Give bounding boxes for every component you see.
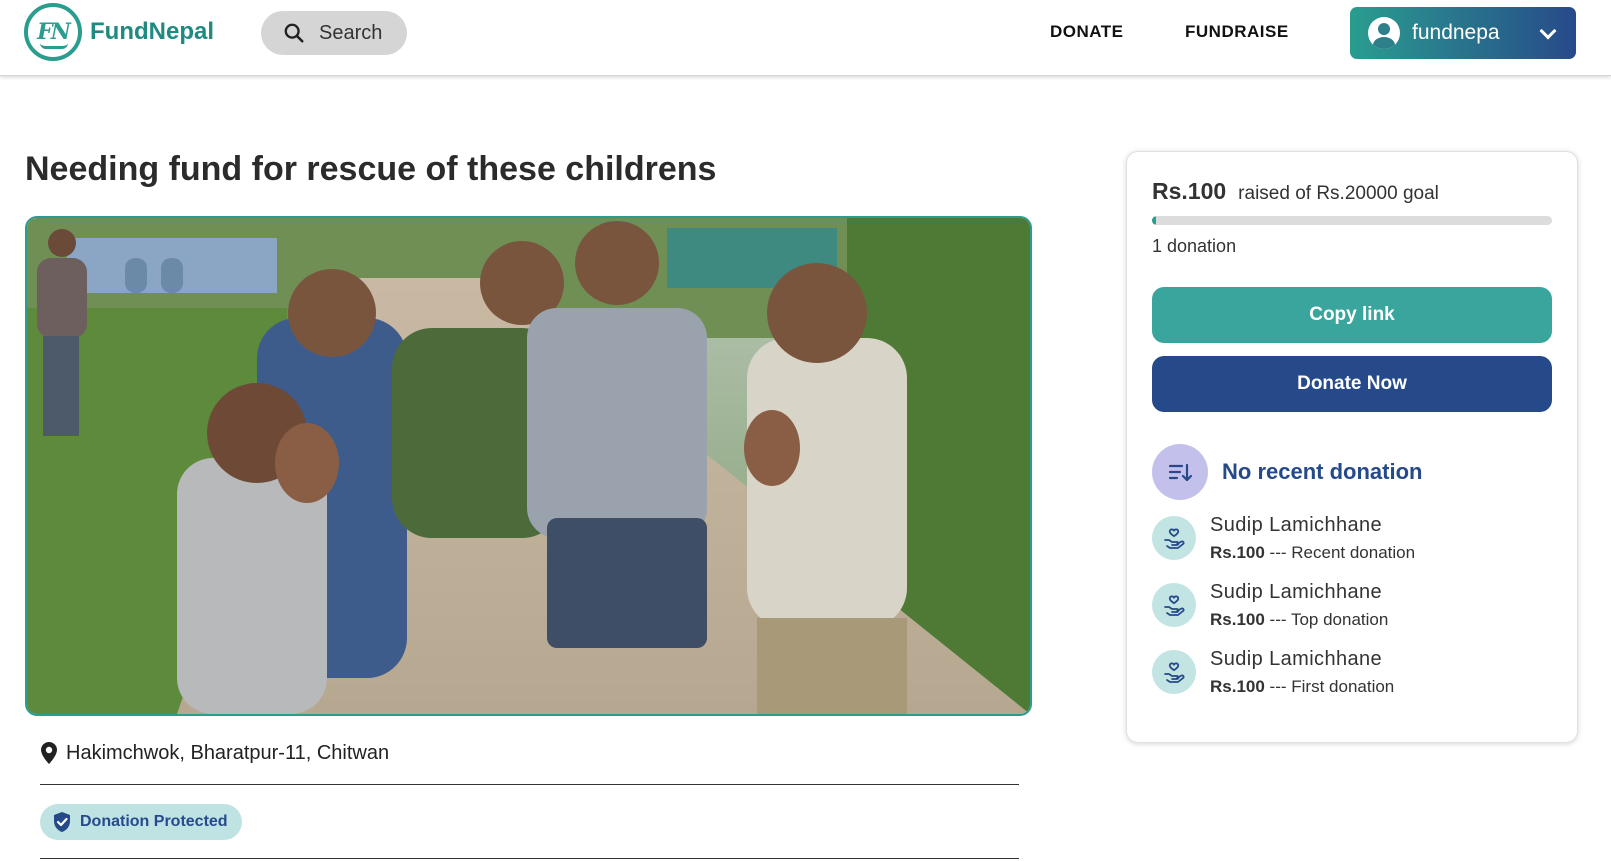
hand-heart-icon	[1152, 516, 1196, 560]
raised-summary: Rs.100 raised of Rs.20000 goal	[1152, 178, 1439, 205]
badge-text: Donation Protected	[80, 813, 228, 830]
logo-text: FundNepal	[90, 18, 214, 45]
funding-progress-bar	[1152, 216, 1552, 225]
donor-kind: Top donation	[1290, 610, 1389, 629]
search-label: Search	[319, 21, 383, 44]
recent-donation-header: No recent donation	[1152, 444, 1422, 500]
divider	[40, 784, 1019, 785]
donor-name: Sudip Lamichhane	[1210, 514, 1383, 536]
search-button[interactable]: Search	[261, 11, 407, 55]
campaign-photo-image	[27, 218, 1030, 714]
funding-progress-fill	[1152, 216, 1156, 225]
donor-kind: First donation	[1291, 677, 1395, 696]
sort-list-icon	[1152, 444, 1208, 500]
donor-amount: Rs.100	[1210, 543, 1265, 562]
user-menu-button[interactable]: fundnepa	[1350, 7, 1576, 59]
donor-separator: ---	[1264, 543, 1292, 562]
donor-item: Sudip Lamichhane Rs.100 --- Top donation	[1152, 581, 1388, 630]
donor-amount: Rs.100	[1210, 610, 1265, 629]
donor-separator: ---	[1264, 677, 1292, 696]
fundnepal-logo-icon: FN	[24, 3, 82, 61]
logo-link[interactable]: FN FundNepal	[24, 3, 214, 61]
donor-separator: ---	[1264, 610, 1291, 629]
recent-donation-heading: No recent donation	[1222, 459, 1423, 484]
logo-hand-shape	[40, 43, 68, 49]
donor-name: Sudip Lamichhane	[1210, 648, 1383, 670]
chevron-down-icon	[1539, 22, 1557, 40]
nav-fundraise-link[interactable]: FUNDRAISE	[1185, 22, 1289, 42]
nav-donate-link[interactable]: DONATE	[1050, 22, 1124, 42]
location-text: Hakimchwok, Bharatpur-11, Chitwan	[66, 741, 390, 764]
shield-check-icon	[54, 812, 70, 832]
donate-now-button[interactable]: Donate Now	[1152, 356, 1552, 412]
donor-amount: Rs.100	[1210, 677, 1265, 696]
hand-heart-icon	[1152, 650, 1196, 694]
raised-goal: raised of Rs.20000 goal	[1238, 183, 1439, 204]
hand-heart-icon	[1152, 583, 1196, 627]
donor-item: Sudip Lamichhane Rs.100 --- Recent donat…	[1152, 514, 1415, 563]
copy-link-button[interactable]: Copy link	[1152, 287, 1552, 343]
logo-mark-text: FN	[37, 19, 71, 45]
search-icon	[284, 23, 304, 43]
campaign-photo	[25, 216, 1032, 716]
campaign-location: Hakimchwok, Bharatpur-11, Chitwan	[40, 741, 389, 765]
top-navbar: FN FundNepal Search DONATE FUNDRAISE fun…	[0, 0, 1611, 76]
donation-protected-badge: Donation Protected	[40, 804, 242, 840]
raised-amount: Rs.100	[1152, 178, 1227, 204]
donation-card: Rs.100 raised of Rs.20000 goal 1 donatio…	[1126, 151, 1578, 743]
location-pin-icon	[41, 742, 57, 764]
donor-kind: Recent donation	[1291, 543, 1416, 562]
user-name: fundnepa	[1412, 21, 1500, 44]
user-avatar-icon	[1368, 17, 1400, 49]
campaign-title: Needing fund for rescue of these childre…	[25, 150, 717, 188]
donor-name: Sudip Lamichhane	[1210, 581, 1383, 603]
divider	[40, 858, 1019, 859]
donor-item: Sudip Lamichhane Rs.100 --- First donati…	[1152, 648, 1394, 697]
donation-count: 1 donation	[1152, 236, 1237, 256]
